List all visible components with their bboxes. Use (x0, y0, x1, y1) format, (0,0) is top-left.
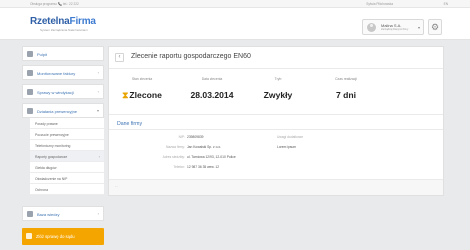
sidebar-item-label: Monitorowane faktury (37, 71, 76, 76)
chevron-down-icon: ▾ (417, 25, 420, 30)
chevron-right-icon: › (97, 70, 99, 75)
hourglass-icon: ⧗ (122, 90, 129, 100)
stat-status: Stan zlecenia ⧗Zlecone (109, 77, 175, 101)
stat-duration: Czas realizacji 7 dni (313, 77, 379, 100)
field-value: 12 987 36 35 wew. 12 (187, 165, 220, 169)
sidebar-subitem[interactable]: Poczucie prewencyjne (30, 129, 104, 140)
sidebar-subitem-active[interactable]: Raporty gospodarcze › (30, 151, 104, 162)
sidebar-item-pulpit[interactable]: Pulpit (22, 46, 104, 61)
sidebar-item-label: Pulpit (37, 52, 48, 57)
field-phone: Telefon: 12 987 36 35 wew. 12 (139, 165, 219, 169)
language-switch[interactable]: EN (444, 2, 448, 6)
book-icon (27, 211, 33, 217)
sidebar-subitem[interactable]: Telefoniczny monitoring (30, 140, 104, 151)
promo-label: Zlóż sprawę do sądu (36, 234, 75, 239)
chevron-right-icon: › (97, 89, 99, 94)
field-address: Adres siedziby: ul. Tarniowa 12/93, 12-01… (139, 155, 236, 159)
page-title: Zlecenie raportu gospodarczego EN60 (131, 53, 251, 60)
order-stats: Stan zlecenia ⧗Zlecone Data zlecenia 28.… (109, 69, 443, 115)
sidebar-item-label: Baza wiedzy (37, 212, 60, 217)
panel-footer-mark: ·· (115, 184, 118, 189)
shield-icon (27, 108, 33, 114)
logo-name-part2: Firma (69, 16, 96, 27)
field-company-name: Nazwa firmy: Jan Kowalski Sp. z o.o. (139, 145, 221, 149)
sidebar-item-label: Działania prewencyjne (37, 109, 78, 114)
field-notes-value: Lorem ipsum (277, 145, 296, 149)
field-label: Adres siedziby: (162, 155, 185, 159)
top-bar: Obsługa programu: 📞 tel.: 22 222 Sylwia … (0, 0, 470, 8)
stat-value: Zlecone (129, 90, 162, 100)
user-link[interactable]: Sylwia Pilichowska (366, 2, 393, 6)
stat-mode: Tryb Zwykły (245, 77, 311, 100)
field-value: Lorem ipsum (277, 145, 297, 149)
sidebar-item-windykacja[interactable]: Sprawy w windykacji › (22, 84, 104, 99)
sidebar-subitem[interactable]: Giełda długów (30, 162, 104, 173)
gavel-icon (26, 233, 32, 239)
field-value: Jan Kowalski Sp. z o.o. (187, 145, 222, 149)
divider (109, 129, 443, 130)
field-nip: NIP: 239809839 (139, 135, 204, 139)
stat-date: Data zlecenia 28.03.2014 (179, 77, 245, 100)
account-menu[interactable]: Malina S.A. Zarządzaj Danymi firmy ▾ (362, 19, 424, 35)
field-notes-label: Uwagi dodatkowe (277, 135, 303, 139)
sidebar-item-monitorowane[interactable]: Monitorowane faktury › (22, 65, 104, 80)
section-title: Dane firmy (117, 121, 143, 127)
sidebar-subitem[interactable]: Porady prawne (30, 118, 104, 129)
panel-footer: ·· (109, 180, 443, 195)
stat-header: Czas realizacji (335, 77, 357, 81)
hotline-text: Obsługa programu: 📞 tel.: 22 222 (30, 2, 79, 6)
panel-header: ‹ Zlecenie raportu gospodarczego EN60 (109, 47, 443, 69)
gear-icon[interactable]: ⚙ (428, 19, 442, 35)
stat-value: 28.03.2014 (190, 90, 234, 100)
chevron-right-icon: › (97, 211, 99, 216)
order-panel: ‹ Zlecenie raportu gospodarczego EN60 St… (108, 46, 444, 196)
sidebar: Pulpit Monitorowane faktury › Sprawy w w… (22, 46, 104, 245)
sidebar-subitem[interactable]: Ochrona (30, 184, 104, 195)
promo-button[interactable]: Zlóż sprawę do sądu (22, 228, 104, 245)
stat-value: Zwykły (263, 90, 293, 100)
stat-header: Stan zlecenia (131, 77, 153, 81)
chevron-right-icon: › (98, 154, 100, 159)
field-value: ul. Tarniowa 12/93, 12-010 Police (187, 155, 236, 159)
field-label: Nazwa firmy: (165, 145, 185, 149)
stat-header: Tryb (274, 77, 282, 81)
field-value: 239809839 (187, 135, 204, 139)
field-label: NIP: (178, 135, 185, 139)
account-sub: Zarządzaj Danymi firmy (381, 28, 409, 31)
field-label: Telefon: (173, 165, 185, 169)
stat-value: 7 dni (335, 90, 357, 100)
sidebar-item-prewencja[interactable]: Działania prewencyjne ▾ (22, 103, 104, 118)
dashboard-icon (27, 51, 33, 57)
field-label: Uwagi dodatkowe (277, 135, 304, 139)
case-icon (27, 89, 33, 95)
invoice-icon (27, 70, 33, 76)
stat-header: Data zlecenia (201, 77, 223, 81)
chevron-down-icon: ▾ (96, 108, 99, 113)
logo-name-part1: Rzetelna (30, 16, 70, 27)
avatar (367, 23, 376, 32)
sidebar-item-baza-wiedzy[interactable]: Baza wiedzy › (22, 206, 104, 221)
sidebar-item-label: Sprawy w windykacji (37, 90, 74, 95)
back-icon[interactable]: ‹ (115, 53, 124, 62)
sidebar-subitem[interactable]: Oświadczenie na NIP (30, 173, 104, 184)
logo-tagline: System Zarządzania Należnościami (40, 28, 88, 32)
logo[interactable]: RzetelnaFirma System Zarządzania Należno… (30, 16, 96, 33)
